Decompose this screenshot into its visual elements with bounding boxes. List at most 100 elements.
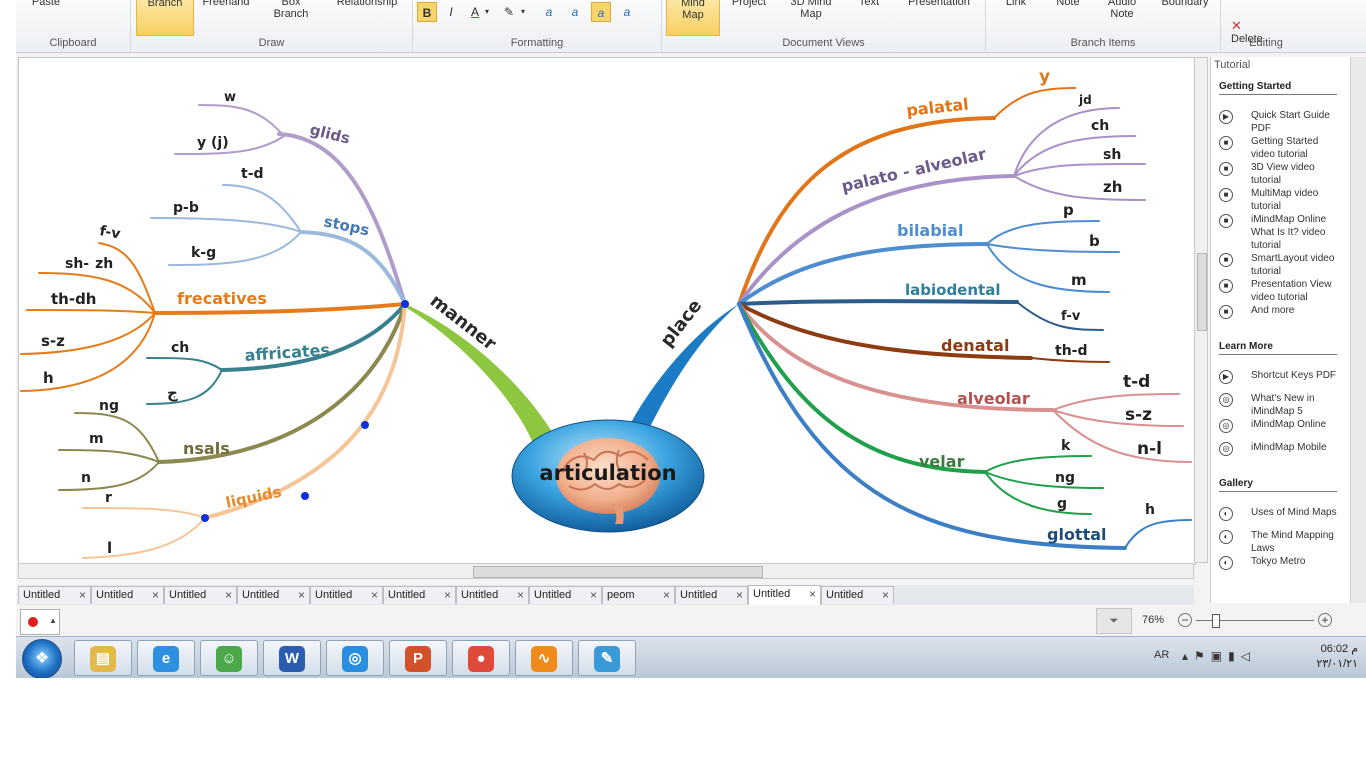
l-branch[interactable] — [82, 517, 206, 559]
shzh-label[interactable]: sh-zh — [65, 256, 113, 272]
frecatives-label[interactable]: frecatives — [177, 289, 267, 308]
w-label[interactable]: w — [224, 90, 236, 105]
horizontal-scrollbar[interactable] — [18, 563, 1194, 579]
thdh-label[interactable]: th-dh — [51, 290, 97, 308]
liquids-label[interactable]: liquids — [224, 483, 283, 512]
nsals-label[interactable]: nsals — [183, 439, 230, 458]
b-label[interactable]: b — [1089, 232, 1100, 250]
nl-branch[interactable] — [1052, 409, 1192, 463]
zoom-slider-thumb[interactable] — [1212, 614, 1220, 628]
td-branch[interactable] — [1052, 393, 1180, 411]
highlight-button[interactable]: ✎ — [499, 2, 519, 22]
freehand-button[interactable]: Freehand — [199, 0, 253, 8]
document-tab[interactable]: Untitled × — [18, 586, 91, 604]
branch-button[interactable]: Branch — [136, 0, 194, 36]
filter-button[interactable]: ⏷ — [1096, 608, 1132, 634]
scroll-thumb[interactable] — [1197, 253, 1207, 331]
chevron-down-icon[interactable]: ▾ — [517, 2, 529, 22]
dj-label[interactable]: ج — [167, 384, 178, 402]
m-branch[interactable] — [58, 449, 160, 463]
mind-map-view-button[interactable]: Mind Map — [666, 0, 720, 36]
thd-label[interactable]: th-d — [1055, 343, 1088, 359]
close-tab-icon[interactable]: × — [225, 587, 232, 604]
document-tab[interactable]: Untitled × — [164, 586, 237, 604]
taskbar-app-messenger[interactable]: ☺ — [200, 640, 258, 676]
document-tab[interactable]: Untitled × — [310, 586, 383, 604]
selection-handle[interactable] — [361, 421, 369, 429]
taskbar-app-powerpoint[interactable]: P — [389, 640, 447, 676]
yj-branch[interactable] — [174, 135, 285, 155]
language-indicator[interactable]: AR — [1154, 649, 1169, 661]
document-tab[interactable]: Untitled × — [456, 586, 529, 604]
zh-label[interactable]: zh — [1103, 178, 1122, 196]
ch-label[interactable]: ch — [171, 340, 189, 356]
system-tray[interactable]: ▴⚑▣▮◁ — [1182, 649, 1256, 663]
k-branch[interactable] — [984, 455, 1092, 473]
paste-button[interactable]: Paste — [30, 0, 62, 8]
labiodental-label[interactable]: labiodental — [905, 281, 1000, 299]
velar-label[interactable]: velar — [919, 452, 965, 471]
palatal-label[interactable]: palatal — [905, 95, 969, 120]
note-button[interactable]: Note — [1048, 0, 1088, 8]
denatal-label[interactable]: denatal — [941, 336, 1009, 355]
close-tab-icon[interactable]: × — [882, 587, 889, 604]
h-branch[interactable] — [1124, 519, 1192, 549]
h-branch[interactable] — [20, 312, 156, 392]
labiodental-branch[interactable] — [737, 299, 1019, 306]
r-branch[interactable] — [82, 507, 206, 519]
ng-label[interactable]: ng — [1055, 470, 1075, 486]
ch-branch[interactable] — [146, 357, 223, 371]
box-branch-button[interactable]: Box Branch — [263, 0, 319, 20]
taskbar-app-explorer[interactable]: ▤ — [74, 640, 132, 676]
r-label[interactable]: r — [105, 490, 112, 506]
glottal-label[interactable]: glottal — [1047, 525, 1107, 544]
close-tab-icon[interactable]: × — [444, 587, 451, 604]
bold-button[interactable]: B — [417, 2, 437, 22]
project-view-button[interactable]: Project — [724, 0, 774, 8]
taskbar-app-word[interactable]: W — [263, 640, 321, 676]
ng-branch[interactable] — [984, 471, 1104, 489]
selection-handle[interactable] — [301, 492, 309, 500]
branch-style-button[interactable]: a — [539, 2, 559, 22]
h-label[interactable]: h — [1145, 502, 1155, 518]
chevron-down-icon[interactable]: ▾ — [481, 2, 493, 22]
affricates-label[interactable]: affricates — [244, 340, 331, 365]
link-button[interactable]: Link — [998, 0, 1034, 8]
w-branch[interactable] — [198, 104, 285, 137]
dj-branch[interactable] — [146, 369, 223, 405]
sz-label[interactable]: s-z — [41, 332, 65, 350]
branch-style-button[interactable]: a — [617, 2, 637, 22]
pb-label[interactable]: p-b — [173, 200, 199, 216]
jd-label[interactable]: jd — [1078, 93, 1092, 107]
start-button[interactable]: ❖ — [22, 639, 62, 678]
zoom-in-button[interactable]: + — [1318, 613, 1332, 627]
close-tab-icon[interactable]: × — [517, 587, 524, 604]
document-tab[interactable]: Untitled × — [91, 586, 164, 604]
selection-handle[interactable] — [401, 300, 409, 308]
scroll-thumb[interactable] — [473, 566, 763, 578]
close-tab-icon[interactable]: × — [298, 587, 305, 604]
fv-label[interactable]: f-v — [98, 223, 121, 242]
close-tab-icon[interactable]: × — [663, 587, 670, 604]
liquids-branch[interactable] — [203, 302, 407, 520]
p-label[interactable]: p — [1063, 201, 1074, 219]
document-tab[interactable]: Untitled × — [748, 585, 821, 605]
sh-branch[interactable] — [1013, 162, 1146, 177]
palatal-branch[interactable] — [737, 116, 996, 306]
presentation-view-button[interactable]: Presentation — [898, 0, 980, 8]
sz-branch[interactable] — [1052, 409, 1184, 427]
record-button[interactable]: ▲ — [20, 609, 60, 635]
close-tab-icon[interactable]: × — [371, 587, 378, 604]
document-tab[interactable]: Untitled × — [675, 586, 748, 604]
l-label[interactable]: l — [107, 539, 112, 557]
stops-branch[interactable] — [299, 230, 407, 306]
branch-style-button[interactable]: a — [591, 2, 611, 22]
document-tab[interactable]: peom × — [602, 586, 675, 604]
kg-label[interactable]: k-g — [191, 245, 216, 261]
n-branch[interactable] — [58, 461, 160, 491]
h-label[interactable]: h — [43, 369, 54, 387]
m-label[interactable]: m — [1071, 271, 1087, 289]
kg-branch[interactable] — [168, 231, 302, 266]
document-tab[interactable]: Untitled × — [383, 586, 456, 604]
relationship-button[interactable]: Relationship — [327, 0, 407, 8]
